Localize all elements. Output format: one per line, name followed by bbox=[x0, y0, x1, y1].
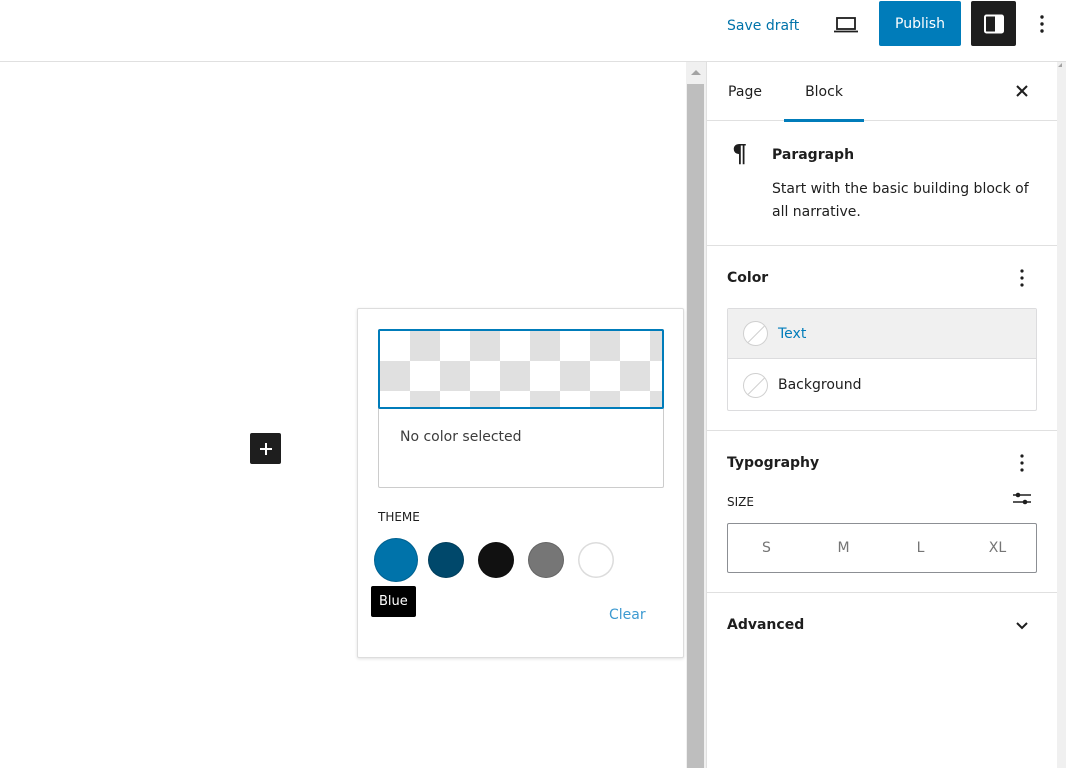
typography-panel-title: Typography bbox=[727, 455, 820, 471]
swatch-blue[interactable] bbox=[374, 538, 418, 582]
font-size-picker: S M L XL bbox=[727, 523, 1037, 573]
scroll-up-arrow[interactable] bbox=[1058, 63, 1062, 67]
preview-button[interactable] bbox=[828, 10, 864, 40]
color-picker-popover: No color selected Theme Blue Clear bbox=[357, 308, 684, 658]
settings-toggle-button[interactable] bbox=[971, 1, 1016, 46]
close-icon bbox=[1016, 85, 1028, 97]
text-color-item[interactable]: Text bbox=[728, 309, 1036, 359]
color-settings-list: Text Background bbox=[727, 308, 1037, 411]
typography-panel: Typography Size S M L XL bbox=[707, 431, 1058, 593]
scroll-up-arrow[interactable] bbox=[691, 70, 701, 75]
color-picker: No color selected bbox=[378, 329, 664, 488]
scrollbar-thumb[interactable] bbox=[687, 84, 704, 768]
settings-sidebar: Page Block ¶ Paragraph Start with the ba… bbox=[706, 62, 1058, 768]
size-option-xl[interactable]: XL bbox=[959, 524, 1036, 572]
no-color-swatch-icon bbox=[743, 321, 768, 346]
custom-size-button[interactable] bbox=[1010, 487, 1034, 511]
sidebar-scrollbar[interactable] bbox=[1057, 62, 1066, 768]
swatch-gray[interactable] bbox=[528, 542, 564, 578]
typography-options-button[interactable] bbox=[1010, 451, 1034, 475]
size-option-s[interactable]: S bbox=[728, 524, 805, 572]
swatch-white[interactable] bbox=[578, 542, 614, 578]
block-card: ¶ Paragraph Start with the basic buildin… bbox=[707, 121, 1058, 246]
tab-block[interactable]: Block bbox=[784, 62, 864, 122]
advanced-panel-title: Advanced bbox=[727, 617, 805, 633]
swatch-black[interactable] bbox=[478, 542, 514, 578]
close-sidebar-button[interactable] bbox=[1010, 79, 1034, 103]
size-option-m[interactable]: M bbox=[805, 524, 882, 572]
save-draft-button[interactable]: Save draft bbox=[727, 16, 799, 36]
kebab-icon bbox=[1020, 269, 1024, 287]
tab-page[interactable]: Page bbox=[715, 62, 775, 121]
color-panel-title: Color bbox=[727, 270, 769, 286]
block-title: Paragraph bbox=[772, 147, 855, 163]
laptop-icon bbox=[834, 17, 858, 33]
kebab-icon bbox=[1040, 15, 1044, 33]
paragraph-icon: ¶ bbox=[732, 139, 748, 168]
sidebar-toggle-icon bbox=[983, 14, 1004, 33]
swatch-dark-blue[interactable] bbox=[428, 542, 464, 578]
size-option-l[interactable]: L bbox=[882, 524, 959, 572]
color-options-button[interactable] bbox=[1010, 266, 1034, 290]
advanced-panel[interactable]: Advanced bbox=[707, 593, 1058, 657]
block-description: Start with the basic building block of a… bbox=[772, 181, 1029, 220]
color-preview[interactable] bbox=[378, 329, 664, 409]
editor-header: Save draft Publish bbox=[0, 0, 1066, 62]
font-size-label: Size bbox=[727, 495, 754, 509]
options-menu-button[interactable] bbox=[1030, 10, 1054, 38]
settings-sliders-icon bbox=[1013, 492, 1031, 505]
text-color-label: Text bbox=[778, 325, 807, 342]
clear-color-button[interactable]: Clear bbox=[609, 607, 646, 623]
chevron-down-icon bbox=[1016, 622, 1028, 630]
swatch-tooltip: Blue bbox=[371, 586, 416, 617]
publish-button[interactable]: Publish bbox=[879, 1, 961, 46]
canvas-scrollbar[interactable] bbox=[686, 62, 706, 768]
color-status-text: No color selected bbox=[400, 429, 522, 445]
no-color-swatch-icon bbox=[743, 372, 768, 398]
sidebar-tabs: Page Block bbox=[707, 62, 1058, 122]
background-color-item[interactable]: Background bbox=[728, 360, 1036, 410]
color-panel: Color Text Background bbox=[707, 246, 1058, 431]
kebab-icon bbox=[1020, 454, 1024, 472]
plus-icon bbox=[259, 442, 272, 455]
advanced-toggle-button[interactable] bbox=[1010, 613, 1034, 637]
theme-palette-label: Theme bbox=[378, 510, 420, 524]
background-color-label: Background bbox=[778, 377, 862, 393]
block-inserter-button[interactable] bbox=[250, 433, 281, 464]
